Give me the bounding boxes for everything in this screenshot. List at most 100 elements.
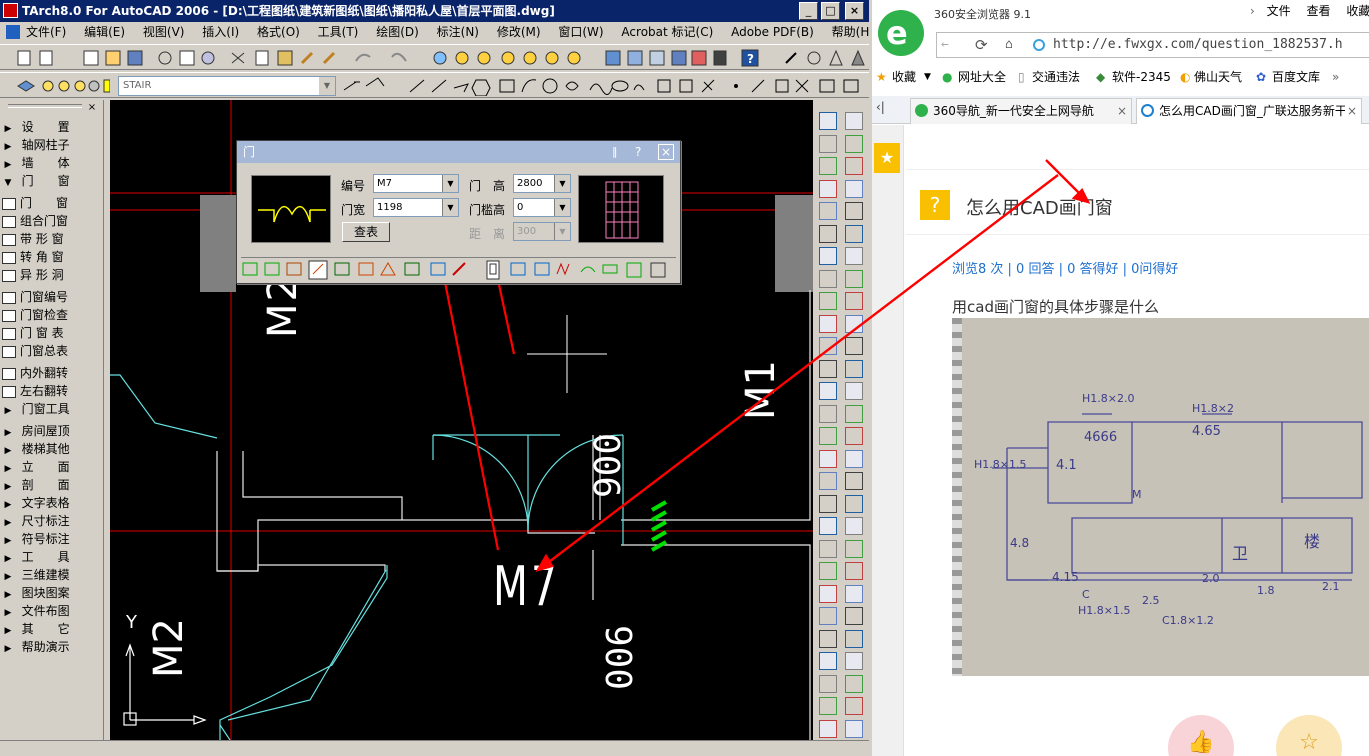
- draw-tool-icon[interactable]: [845, 224, 863, 243]
- fav-item-2[interactable]: 交通违法: [1032, 66, 1080, 88]
- sidebar-item-13[interactable]: 内外翻转: [2, 364, 102, 382]
- sidebar-item-1[interactable]: ▶ 轴网柱子: [2, 136, 102, 154]
- sidebar-item-15[interactable]: ▶ 门窗工具: [2, 400, 102, 418]
- sidebar-item-19[interactable]: ▶ 剖 面: [2, 476, 102, 494]
- draw-tool-icon[interactable]: [819, 157, 837, 175]
- menu-help[interactable]: 帮助(H): [832, 22, 869, 42]
- sidebar-item-17[interactable]: ▶ 楼梯其他: [2, 440, 102, 458]
- chevron-down-icon[interactable]: ▼: [319, 77, 335, 95]
- draw-tool-icon[interactable]: [819, 337, 837, 355]
- draw-tool-icon[interactable]: [819, 134, 837, 153]
- draw-tool-icon[interactable]: [819, 539, 837, 558]
- draw-tool-icon[interactable]: [819, 179, 837, 198]
- draw-tool-icon[interactable]: [845, 652, 863, 670]
- layer-combo[interactable]: STAIR ▼: [118, 76, 336, 96]
- chevron-down-icon[interactable]: ▼: [554, 175, 570, 192]
- draw-tool-icon[interactable]: [845, 427, 863, 445]
- sidebar-item-24[interactable]: ▶ 三维建模: [2, 566, 102, 584]
- sidebar-item-27[interactable]: ▶ 其 它: [2, 620, 102, 638]
- fav-item-0[interactable]: 收藏: [892, 66, 916, 88]
- draw-tool-icon[interactable]: [845, 719, 863, 738]
- back-icon[interactable]: ←: [941, 33, 949, 57]
- chevron-down-icon[interactable]: ▼: [924, 66, 931, 88]
- sidebar-item-5[interactable]: 组合门窗: [2, 212, 102, 230]
- chevron-right-icon[interactable]: ›: [1250, 4, 1255, 18]
- menu-window[interactable]: 窗口(W): [558, 22, 603, 42]
- reload-icon[interactable]: ⟳: [975, 33, 988, 57]
- tab-close-icon[interactable]: ×: [1117, 99, 1127, 123]
- draw-tool-icon[interactable]: [845, 337, 863, 355]
- draw-tool-icon[interactable]: [819, 449, 837, 468]
- sidebar-item-11[interactable]: 门 窗 表: [2, 324, 102, 342]
- chevron-down-icon[interactable]: ▼: [554, 199, 570, 216]
- draw-tool-icon[interactable]: [845, 562, 863, 580]
- draw-tool-icon[interactable]: [845, 494, 863, 513]
- sidebar-item-21[interactable]: ▶ 尺寸标注: [2, 512, 102, 530]
- menu-acrobat[interactable]: Acrobat 标记(C): [621, 22, 713, 42]
- more-icon[interactable]: »: [1332, 66, 1339, 88]
- thumbs-up-icon[interactable]: 👍: [1168, 715, 1234, 756]
- browser-menu-view[interactable]: 查看: [1306, 4, 1330, 18]
- tab-scroll-left-icon[interactable]: ‹|: [876, 100, 885, 114]
- door-elevation-preview[interactable]: [578, 175, 664, 243]
- draw-tool-icon[interactable]: [845, 157, 863, 175]
- draw-tool-icon[interactable]: [845, 607, 863, 625]
- draw-tool-icon[interactable]: [845, 179, 863, 198]
- sidebar-close-icon[interactable]: ×: [86, 102, 98, 114]
- draw-tool-icon[interactable]: [845, 404, 863, 423]
- tab-close-icon[interactable]: ×: [1344, 99, 1357, 123]
- draw-tool-icon[interactable]: [845, 382, 863, 400]
- draw-tool-icon[interactable]: [819, 494, 837, 513]
- draw-tool-icon[interactable]: [819, 269, 837, 288]
- draw-tool-icon[interactable]: [819, 697, 837, 715]
- draw-tool-icon[interactable]: [819, 629, 837, 648]
- draw-tool-icon[interactable]: [845, 472, 863, 490]
- height-combo[interactable]: 2800 ▼: [513, 174, 571, 193]
- sidebar-item-6[interactable]: 带 形 窗: [2, 230, 102, 248]
- draw-tool-icon[interactable]: [819, 404, 837, 423]
- menu-dimension[interactable]: 标注(N): [437, 22, 479, 42]
- draw-tool-icon[interactable]: [819, 382, 837, 400]
- draw-tool-icon[interactable]: [845, 247, 863, 265]
- sidebar-grip[interactable]: [8, 104, 82, 108]
- menu-edit[interactable]: 编辑(E): [84, 22, 125, 42]
- menu-view[interactable]: 视图(V): [143, 22, 185, 42]
- sidebar-item-0[interactable]: ▶ 设 置: [2, 118, 102, 136]
- chevron-down-icon[interactable]: ▼: [554, 223, 570, 240]
- draw-tool-icon[interactable]: [845, 314, 863, 333]
- menu-tools[interactable]: 工具(T): [318, 22, 359, 42]
- draw-tool-icon[interactable]: [845, 269, 863, 288]
- draw-tool-icon[interactable]: [819, 472, 837, 490]
- draw-tool-icon[interactable]: [845, 629, 863, 648]
- help-icon[interactable]: ?: [635, 141, 641, 163]
- draw-tool-icon[interactable]: [819, 562, 837, 580]
- draw-tool-icon[interactable]: [845, 449, 863, 468]
- draw-tool-icon[interactable]: [845, 517, 863, 535]
- draw-tool-icon[interactable]: [819, 652, 837, 670]
- draw-tool-icon[interactable]: [845, 697, 863, 715]
- draw-tool-icon[interactable]: [845, 112, 863, 130]
- sidebar-item-2[interactable]: ▶ 墙 体: [2, 154, 102, 172]
- tab-cad-question[interactable]: 怎么用CAD画门窗_广联达服务新干 ×: [1136, 98, 1362, 124]
- draw-tool-icon[interactable]: [845, 292, 863, 310]
- favorite-star-outline-icon[interactable]: ☆: [1276, 715, 1342, 756]
- sidebar-item-18[interactable]: ▶ 立 面: [2, 458, 102, 476]
- browser-menu-favorites[interactable]: 收藏: [1346, 4, 1369, 18]
- draw-tool-icon[interactable]: [819, 427, 837, 445]
- home-icon[interactable]: ⌂: [1005, 33, 1013, 57]
- sidebar-item-26[interactable]: ▶ 文件布图: [2, 602, 102, 620]
- tab-360-nav[interactable]: 360导航_新一代安全上网导航 ×: [910, 98, 1132, 124]
- sidebar-item-10[interactable]: 门窗检查: [2, 306, 102, 324]
- lookup-table-button[interactable]: 查表: [342, 222, 390, 242]
- sidebar-item-14[interactable]: 左右翻转: [2, 382, 102, 400]
- close-button[interactable]: ×: [845, 2, 864, 20]
- draw-tool-icon[interactable]: [819, 359, 837, 378]
- menu-adobe-pdf[interactable]: Adobe PDF(B): [731, 22, 814, 42]
- draw-tool-icon[interactable]: [819, 517, 837, 535]
- draw-tool-icon[interactable]: [819, 607, 837, 625]
- fav-item-5[interactable]: 百度文库: [1272, 66, 1320, 88]
- sill-combo[interactable]: 0 ▼: [513, 198, 571, 217]
- door-plan-preview[interactable]: [251, 175, 331, 243]
- chevron-down-icon[interactable]: ▼: [442, 199, 458, 216]
- draw-tool-icon[interactable]: [845, 674, 863, 693]
